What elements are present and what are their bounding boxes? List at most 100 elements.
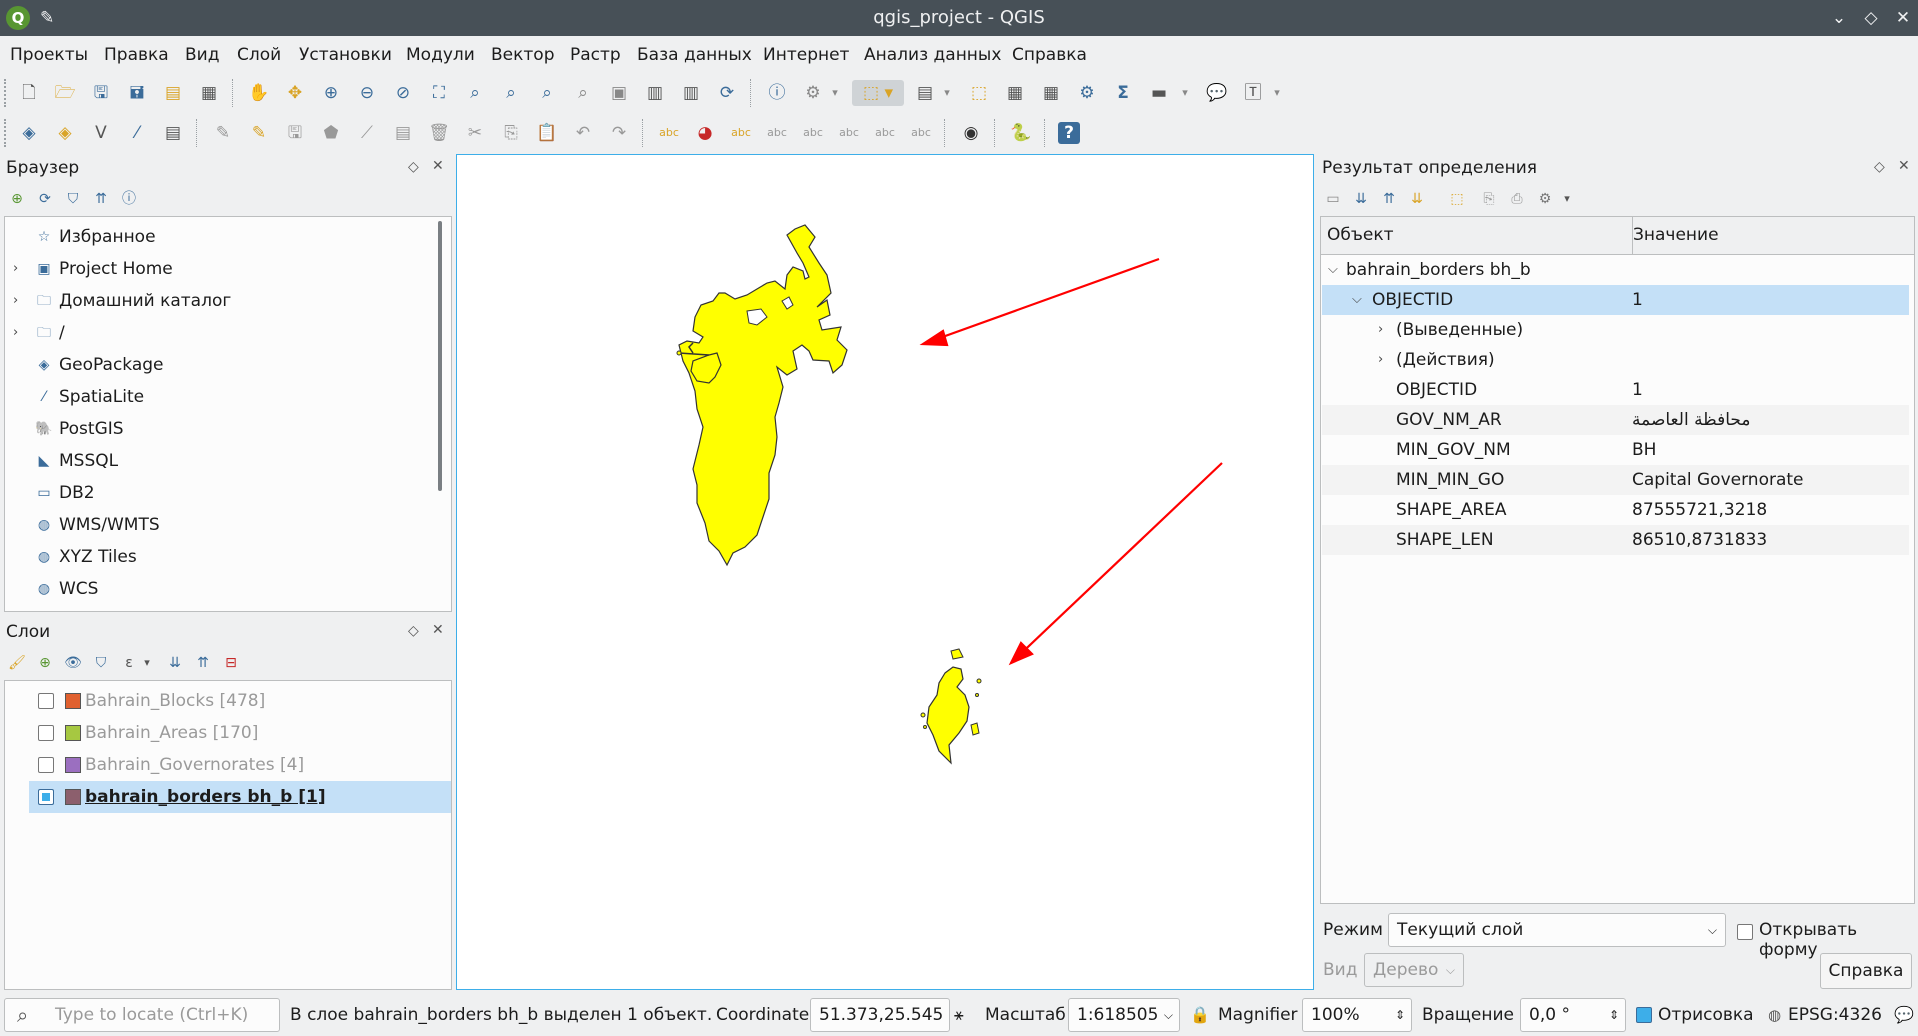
new-project-icon[interactable]: 🗋 bbox=[16, 80, 42, 106]
zoom-full-icon[interactable]: ⛶ bbox=[426, 80, 452, 106]
save-edits-icon[interactable]: 🖫 bbox=[282, 120, 308, 146]
new-temp-layer-icon[interactable]: ▤ bbox=[160, 120, 186, 146]
identify-layer-row[interactable]: ⌵ bahrain_borders bh_b bbox=[1322, 255, 1909, 285]
zoom-native-icon[interactable]: ⌕ bbox=[534, 80, 560, 106]
layout-icon[interactable]: ▦ bbox=[196, 80, 222, 106]
coordinate-toggle-icon[interactable]: ⚹ bbox=[954, 1003, 964, 1027]
delete-selected-icon[interactable]: 🗑 bbox=[426, 120, 452, 146]
spin-arrows-icon[interactable]: ⇕ bbox=[1395, 999, 1405, 1031]
modify-attributes-icon[interactable]: ▤ bbox=[390, 120, 416, 146]
layer-item[interactable]: Bahrain_Governorates [4] bbox=[13, 749, 451, 781]
pan-to-selection-icon[interactable]: ✥ bbox=[282, 80, 308, 106]
zoom-in-icon[interactable]: ⊕ bbox=[318, 80, 344, 106]
layer-symbol-swatch[interactable] bbox=[65, 725, 81, 741]
view-select[interactable]: Дерево ⌵ bbox=[1364, 953, 1464, 987]
remove-layer-icon[interactable]: ⊟ bbox=[220, 652, 242, 674]
visibility-icon[interactable]: 👁 bbox=[62, 652, 84, 674]
cut-features-icon[interactable]: ✂ bbox=[462, 120, 488, 146]
add-feature-icon[interactable]: ⬟ bbox=[318, 120, 344, 146]
menu-database[interactable]: База данных bbox=[637, 44, 752, 66]
chevron-right-icon[interactable]: › bbox=[13, 253, 25, 285]
crs-label[interactable]: EPSG:4326 bbox=[1788, 1003, 1882, 1027]
filter-icon[interactable]: ⛉ bbox=[62, 188, 84, 210]
map-tips-icon[interactable]: 💬 bbox=[1204, 80, 1230, 106]
layer-symbol-swatch[interactable] bbox=[65, 789, 81, 805]
render-checkbox[interactable] bbox=[1636, 1007, 1652, 1023]
chevron-down-icon[interactable]: ⌵ bbox=[1328, 255, 1338, 285]
layer-item[interactable]: bahrain_borders bh_b [1] bbox=[29, 781, 451, 813]
identify-feature-row[interactable]: ⌵ OBJECTID 1 bbox=[1322, 285, 1909, 315]
layer-symbol-swatch[interactable] bbox=[65, 757, 81, 773]
chevron-down-icon[interactable]: ⌵ bbox=[1352, 285, 1362, 315]
zoom-out-icon[interactable]: ⊖ bbox=[354, 80, 380, 106]
zoom-layer-icon[interactable]: ⌕ bbox=[498, 80, 524, 106]
layer-item[interactable]: Bahrain_Areas [170] bbox=[13, 717, 451, 749]
chevron-down-icon[interactable]: ▾ bbox=[940, 80, 954, 106]
expand-new-icon[interactable]: ⇊ bbox=[1406, 188, 1428, 210]
measure-icon[interactable]: ▬ bbox=[1146, 80, 1172, 106]
map-canvas[interactable] bbox=[456, 154, 1314, 990]
collapse-all-icon[interactable]: ⇈ bbox=[1378, 188, 1400, 210]
menu-help[interactable]: Справка bbox=[1012, 44, 1087, 66]
python-console-icon[interactable]: 🐍 bbox=[1008, 120, 1034, 146]
field-calculator-icon[interactable]: ▦ bbox=[1038, 80, 1064, 106]
chevron-right-icon[interactable]: › bbox=[13, 285, 25, 317]
zoom-rubberband-icon[interactable]: ⊘ bbox=[390, 80, 416, 106]
chevron-down-icon[interactable]: ▾ bbox=[136, 652, 158, 674]
change-label-icon[interactable]: abc bbox=[872, 120, 898, 146]
new-spatialite-icon[interactable]: ⁄ bbox=[124, 120, 150, 146]
new-map-view-icon[interactable]: ▥ bbox=[642, 80, 668, 106]
zoom-next-icon[interactable]: ▣ bbox=[606, 80, 632, 106]
scale-combo[interactable]: 1:618505 ⌵ bbox=[1068, 998, 1180, 1032]
rotate-label-icon[interactable]: abc bbox=[836, 120, 862, 146]
menu-view[interactable]: Вид bbox=[185, 44, 219, 66]
copy-feature-icon[interactable]: ⎘ bbox=[1478, 188, 1500, 210]
deselect-icon[interactable]: ⬚ bbox=[966, 80, 992, 106]
chevron-right-icon[interactable]: › bbox=[13, 317, 25, 349]
chevron-down-icon[interactable]: ⌵ bbox=[1164, 999, 1173, 1031]
toolbox-icon[interactable]: ⚙ bbox=[1074, 80, 1100, 106]
locator-input[interactable]: ⌕ Type to locate (Ctrl+K) bbox=[4, 998, 280, 1032]
close-panel-icon[interactable]: ✕ bbox=[1898, 158, 1910, 174]
label-properties-icon[interactable]: abc bbox=[908, 120, 934, 146]
layer-visibility-checkbox[interactable] bbox=[38, 693, 54, 709]
properties-icon[interactable]: ⓘ bbox=[118, 188, 140, 210]
attribute-table-icon[interactable]: ▦ bbox=[1002, 80, 1028, 106]
style-icon[interactable]: 🖌 bbox=[6, 652, 28, 674]
column-header-value[interactable]: Значение bbox=[1633, 225, 1719, 245]
chevron-right-icon[interactable]: › bbox=[1378, 315, 1383, 345]
menu-edit[interactable]: Правка bbox=[104, 44, 169, 66]
menu-layer[interactable]: Слой bbox=[237, 44, 281, 66]
identify-attribute-row[interactable]: GOV_NM_AR محافظة العاصمة bbox=[1322, 405, 1909, 435]
column-header-feature[interactable]: Объект bbox=[1327, 225, 1394, 245]
pin-labels-icon[interactable]: abc bbox=[728, 120, 754, 146]
clear-results-icon[interactable]: ⬚ bbox=[1446, 188, 1468, 210]
layer-visibility-checkbox[interactable] bbox=[38, 757, 54, 773]
diagram-icon[interactable]: ◕ bbox=[692, 120, 718, 146]
action-icon[interactable]: ⚙ bbox=[800, 80, 826, 106]
identify-attribute-row[interactable]: MIN_GOV_NM BH bbox=[1322, 435, 1909, 465]
paste-features-icon[interactable]: 📋 bbox=[534, 120, 560, 146]
pan-icon[interactable]: ✋ bbox=[246, 80, 272, 106]
identify-attribute-row[interactable]: SHAPE_AREA 87555721,3218 bbox=[1322, 495, 1909, 525]
chevron-down-icon[interactable]: ▾ bbox=[1270, 80, 1284, 106]
new-geopackage-icon[interactable]: ◈ bbox=[52, 120, 78, 146]
magnifier-spinbox[interactable]: 100% ⇕ bbox=[1302, 998, 1412, 1032]
identify-actions-row[interactable]: › (Действия) bbox=[1322, 345, 1909, 375]
identify-attribute-row[interactable]: SHAPE_LEN 86510,8731833 bbox=[1322, 525, 1909, 555]
browser-scrollbar[interactable] bbox=[438, 221, 442, 491]
undo-icon[interactable]: ↶ bbox=[570, 120, 596, 146]
identify-settings-icon[interactable]: ⚙ bbox=[1534, 188, 1556, 210]
collapse-all-icon[interactable]: ⇈ bbox=[192, 652, 214, 674]
add-group-icon[interactable]: ⊕ bbox=[34, 652, 56, 674]
add-selected-layers-icon[interactable]: ⊕ bbox=[6, 188, 28, 210]
maximize-icon[interactable]: ◇ bbox=[1858, 6, 1884, 30]
close-panel-icon[interactable]: ✕ bbox=[432, 622, 444, 638]
select-features-icon[interactable]: ⬚ ▾ bbox=[852, 80, 904, 106]
minimize-icon[interactable]: ⌄ bbox=[1826, 6, 1852, 30]
lock-icon[interactable]: 🔒 bbox=[1190, 1003, 1210, 1027]
close-panel-icon[interactable]: ✕ bbox=[432, 158, 444, 174]
chevron-down-icon[interactable]: ⌵ bbox=[1708, 914, 1717, 946]
identify-mode-icon[interactable]: ▭ bbox=[1322, 188, 1344, 210]
open-form-checkbox[interactable] bbox=[1737, 924, 1753, 940]
